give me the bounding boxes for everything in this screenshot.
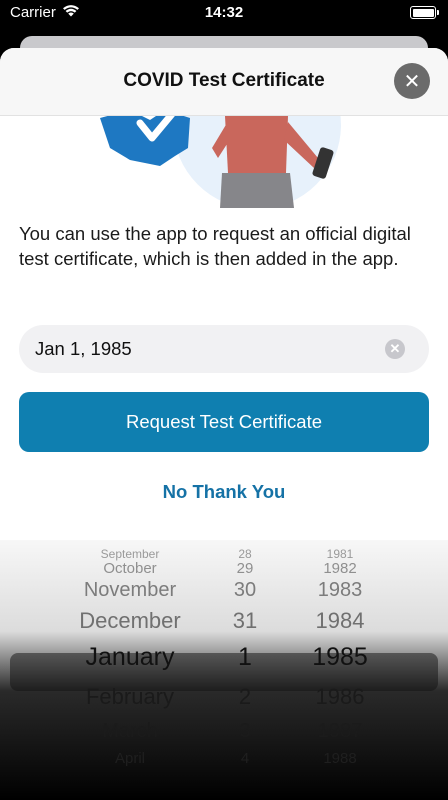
clear-icon[interactable]: ✕ [385, 339, 405, 359]
picker-month[interactable]: January [60, 643, 200, 672]
close-icon: ✕ [403, 70, 421, 93]
picker-year[interactable]: 1985 [295, 643, 385, 672]
picker-year[interactable]: 1983 [295, 579, 385, 602]
sheet-title: COVID Test Certificate [123, 70, 325, 91]
status-bar: Carrier 14:32 [0, 0, 448, 26]
request-certificate-button[interactable]: Request Test Certificate [19, 392, 429, 452]
picker-day[interactable]: 2 [205, 684, 285, 710]
picker-day[interactable]: 4 [205, 750, 285, 767]
certificate-sheet: COVID Test Certificate ✕ You can use the… [0, 48, 448, 540]
picker-day[interactable]: 31 [205, 608, 285, 634]
picker-month[interactable]: March [60, 720, 200, 743]
picker-month[interactable]: April [60, 750, 200, 767]
picker-day[interactable]: 1 [205, 643, 285, 672]
picker-year[interactable]: 1988 [295, 750, 385, 767]
picker-year[interactable]: 1986 [295, 684, 385, 710]
picker-month[interactable]: February [60, 684, 200, 710]
status-time: 14:32 [204, 4, 244, 21]
picker-month[interactable]: November [60, 579, 200, 602]
picker-year[interactable]: 1982 [295, 560, 385, 577]
picker-day[interactable]: 29 [205, 560, 285, 577]
close-button[interactable]: ✕ [394, 63, 430, 99]
picker-month[interactable]: October [60, 560, 200, 577]
date-picker[interactable]: September 28 1981 October 29 1982 Novemb… [0, 540, 448, 800]
sheet-header: COVID Test Certificate ✕ [0, 48, 448, 116]
battery-icon [410, 6, 439, 19]
picker-day[interactable]: 30 [205, 579, 285, 602]
no-thank-you-button[interactable]: No Thank You [0, 481, 448, 503]
picker-month[interactable]: December [60, 608, 200, 634]
birthdate-input[interactable]: Jan 1, 1985 ✕ [19, 325, 429, 373]
intro-text: You can use the app to request an offici… [19, 223, 411, 269]
picker-year[interactable]: 1984 [295, 608, 385, 634]
birthdate-value: Jan 1, 1985 [35, 338, 132, 359]
picker-day[interactable]: 3 [205, 720, 285, 743]
picker-year[interactable]: 1987 [295, 720, 385, 743]
